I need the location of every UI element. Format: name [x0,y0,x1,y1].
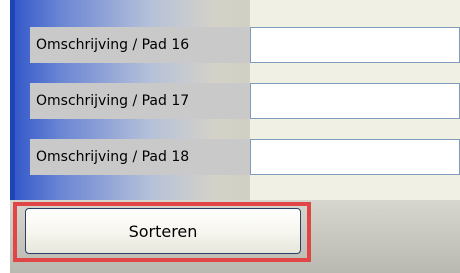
row-label: Omschrijving / Pad 18 [30,139,250,175]
description-input-pad-17[interactable] [250,83,460,119]
row-label: Omschrijving / Pad 16 [30,27,250,63]
row-label: Omschrijving / Pad 17 [30,83,250,119]
sort-button[interactable]: Sorteren [25,208,301,254]
form-row-pad-17: Omschrijving / Pad 17 [30,83,460,119]
form-row-pad-16: Omschrijving / Pad 16 [30,27,460,63]
form-row-pad-18: Omschrijving / Pad 18 [30,139,460,175]
description-input-pad-16[interactable] [250,27,460,63]
left-accent [0,0,10,273]
description-input-pad-18[interactable] [250,139,460,175]
